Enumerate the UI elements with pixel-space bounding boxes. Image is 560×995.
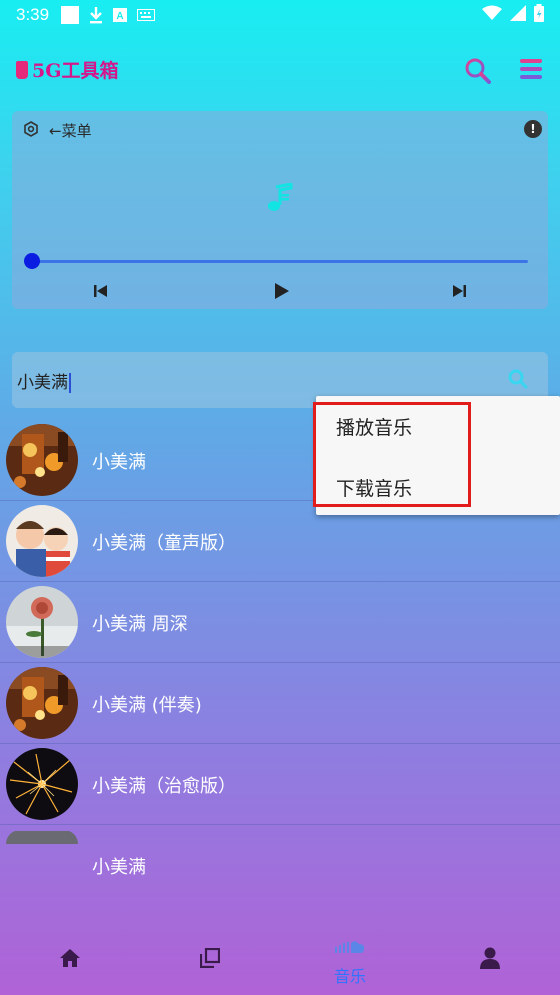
song-title: 小美满 (伴奏)	[92, 695, 202, 716]
highlight-box	[313, 402, 471, 507]
svg-text:A: A	[116, 11, 123, 22]
menu-link[interactable]: ←菜单	[49, 120, 92, 141]
bottom-navigation: 音乐	[0, 935, 560, 995]
song-title: 小美满（童声版）	[92, 533, 236, 554]
cup-icon	[16, 60, 28, 79]
progress-thumb[interactable]	[24, 253, 40, 269]
music-note-icon	[264, 182, 294, 217]
battery-icon	[534, 3, 544, 27]
download-icon	[89, 6, 103, 24]
music-player: ←菜单 !	[12, 111, 548, 309]
home-icon	[60, 949, 80, 971]
search-icon[interactable]	[465, 58, 491, 88]
white-square-icon	[61, 6, 80, 24]
nav-music[interactable]: 音乐	[280, 935, 420, 995]
search-icon[interactable]	[508, 369, 528, 393]
list-item[interactable]: 小美满（治愈版）	[0, 744, 560, 825]
skip-previous-icon[interactable]	[94, 283, 108, 302]
sparkler-photo	[6, 748, 78, 820]
children-photo	[6, 505, 78, 577]
nav-music-label: 音乐	[333, 967, 366, 986]
app-title: 5G工具箱	[32, 60, 119, 82]
menu-icon[interactable]	[520, 59, 542, 83]
list-item[interactable]: 小美满 (伴奏)	[0, 663, 560, 744]
song-title: 小美满	[92, 452, 146, 473]
gray-photo	[6, 830, 78, 844]
text-cursor	[69, 373, 71, 393]
soundcloud-icon	[335, 939, 365, 958]
app-bar: 5G工具箱	[0, 50, 560, 90]
list-item[interactable]: 小美满	[0, 825, 560, 906]
info-icon[interactable]: !	[524, 120, 542, 138]
status-bar: 3:39 A	[0, 0, 560, 30]
skip-next-icon[interactable]	[452, 283, 466, 302]
nav-copy[interactable]	[140, 935, 280, 995]
progress-track[interactable]	[32, 260, 528, 263]
play-icon[interactable]	[274, 282, 290, 304]
song-title: 小美满	[92, 857, 146, 878]
nav-profile[interactable]	[420, 935, 560, 995]
rose-photo	[6, 586, 78, 658]
copy-icon	[199, 947, 221, 972]
wifi-icon	[482, 5, 502, 26]
person-icon	[480, 947, 500, 973]
settings-icon[interactable]	[23, 121, 39, 141]
search-input-value: 小美满	[17, 373, 68, 393]
search-input[interactable]: 小美满	[17, 368, 71, 393]
song-title: 小美满 周深	[92, 614, 188, 635]
nav-home[interactable]	[0, 935, 140, 995]
list-item[interactable]: 小美满 周深	[0, 582, 560, 663]
song-title: 小美满（治愈版）	[92, 776, 236, 797]
app-logo: 5G工具箱	[16, 56, 118, 83]
status-time: 3:39	[16, 5, 50, 24]
signal-icon	[510, 4, 526, 26]
keyboard-icon	[137, 9, 156, 21]
lantern-photo	[6, 424, 78, 496]
lantern-photo	[6, 667, 78, 739]
a-icon: A	[113, 8, 128, 22]
